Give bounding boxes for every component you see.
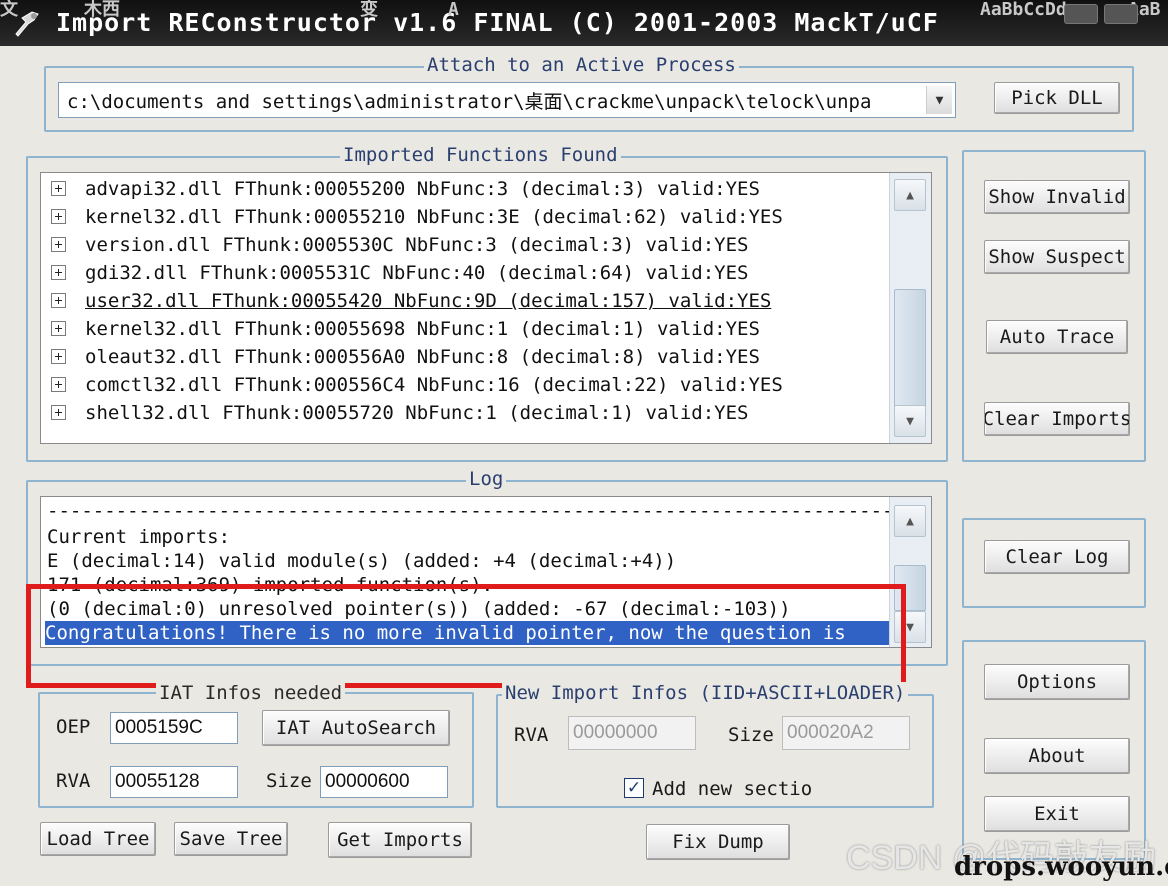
new-rva-label: RVA [514, 724, 549, 746]
auto-trace-button[interactable]: Auto Trace [986, 320, 1128, 354]
log-group-title: Log [466, 468, 507, 490]
background-text: 文 [0, 0, 18, 20]
pick-dll-button[interactable]: Pick DLL [994, 82, 1120, 114]
scroll-thumb[interactable] [894, 289, 926, 409]
maximize-button[interactable] [1104, 4, 1138, 24]
expand-icon[interactable] [51, 377, 66, 392]
expand-icon[interactable] [51, 405, 66, 420]
scroll-up-icon[interactable]: ▲ [894, 179, 926, 211]
oep-label: OEP [56, 716, 91, 738]
background-text: A [448, 0, 459, 20]
add-section-label: Add new sectio [652, 778, 813, 800]
new-size-label: Size [728, 724, 774, 746]
new-size-field[interactable]: 000020A2 [782, 716, 910, 750]
new-import-group-title: New Import Infos (IID+ASCII+LOADER) [502, 682, 909, 704]
iat-size-field[interactable]: 00000600 [320, 766, 448, 798]
imports-group-title: Imported Functions Found [340, 144, 621, 166]
size-label: Size [266, 770, 312, 792]
iat-group-title: IAT Infos needed [156, 682, 346, 704]
save-tree-button[interactable]: Save Tree [174, 822, 288, 856]
site-watermark: drops.wooyun.org [954, 852, 1168, 882]
imports-scrollbar[interactable]: ▲ ▼ [889, 173, 931, 443]
show-invalid-button[interactable]: Show Invalid [984, 180, 1130, 214]
get-imports-button[interactable]: Get Imports [328, 822, 472, 858]
expand-icon[interactable] [51, 321, 66, 336]
new-rva-field[interactable]: 00000000 [568, 716, 696, 750]
background-text: 木西 [84, 0, 120, 20]
imports-tree[interactable]: advapi32.dll FThunk:00055200 NbFunc:3 (d… [40, 172, 932, 444]
expand-icon[interactable] [51, 209, 66, 224]
options-button[interactable]: Options [984, 664, 1130, 700]
expand-icon[interactable] [51, 181, 66, 196]
show-suspect-button[interactable]: Show Suspect [984, 240, 1130, 274]
iat-rva-field[interactable]: 00055128 [110, 766, 238, 798]
expand-icon[interactable] [51, 349, 66, 364]
rva-label: RVA [56, 770, 91, 792]
minimize-button[interactable] [1064, 4, 1098, 24]
window-title: Import REConstructor v1.6 FINAL (C) 2001… [56, 8, 939, 37]
process-select[interactable]: c:\documents and settings\administrator\… [58, 82, 956, 118]
log-line: E (decimal:14) valid module(s) (added: +… [47, 550, 677, 572]
checkmark-icon: ✓ [626, 778, 642, 798]
expand-icon[interactable] [51, 237, 66, 252]
title-bar: Import REConstructor v1.6 FINAL (C) 2001… [0, 0, 1168, 46]
clear-log-button[interactable]: Clear Log [984, 540, 1130, 574]
process-path: c:\documents and settings\administrator\… [67, 90, 872, 113]
iat-autosearch-button[interactable]: IAT AutoSearch [262, 710, 450, 746]
attach-group-title: Attach to an Active Process [424, 54, 739, 76]
exit-button[interactable]: Exit [984, 796, 1130, 832]
expand-icon[interactable] [51, 293, 66, 308]
highlight-annotation [26, 584, 906, 688]
expand-icon[interactable] [51, 265, 66, 280]
log-line: Current imports: [47, 526, 231, 548]
chevron-down-icon[interactable]: ▼ [926, 86, 952, 114]
scroll-down-icon[interactable]: ▼ [894, 405, 926, 437]
background-text: 变 [360, 0, 378, 20]
clear-imports-button[interactable]: Clear Imports [984, 402, 1130, 436]
add-section-checkbox[interactable]: ✓ [624, 778, 644, 798]
oep-field[interactable]: 0005159C [110, 712, 238, 744]
load-tree-button[interactable]: Load Tree [40, 822, 156, 856]
scroll-up-icon[interactable]: ▲ [894, 505, 926, 537]
log-line: ----------------------------------------… [47, 500, 932, 522]
about-button[interactable]: About [984, 738, 1130, 774]
fix-dump-button[interactable]: Fix Dump [646, 824, 790, 860]
background-text: AaBbCcDd [980, 0, 1067, 20]
